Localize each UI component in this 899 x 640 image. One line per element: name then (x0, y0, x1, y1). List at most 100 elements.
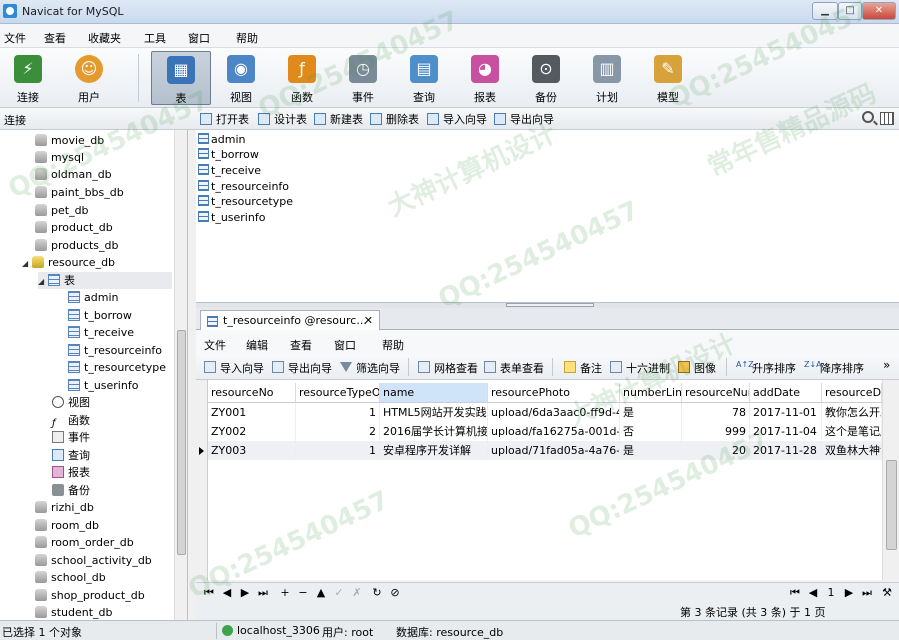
cell[interactable]: 否 (620, 422, 682, 441)
delete-record-icon[interactable]: − (296, 586, 310, 599)
toolbar-overflow-icon[interactable]: » (883, 358, 890, 372)
tree-group-functions[interactable]: ƒ 函数 (52, 412, 90, 429)
view-button[interactable]: ◉ 视图 (213, 51, 269, 105)
next-page-icon[interactable]: ▶ (842, 586, 856, 599)
close-button[interactable]: ✕ (862, 2, 896, 20)
pane-menu-help[interactable]: 帮助 (382, 337, 404, 353)
table-button[interactable]: ▦ 表 (151, 51, 211, 105)
previous-page-icon[interactable]: ◀ (806, 586, 820, 599)
tree-table-admin[interactable]: admin (68, 289, 118, 306)
report-button[interactable]: ◕ 报表 (457, 51, 513, 105)
stop-icon[interactable]: ⊘ (388, 586, 402, 599)
cell[interactable]: 20 (682, 441, 750, 460)
cell[interactable]: upload/71fad05a-4a76-4 (488, 441, 620, 460)
object-table-t_resourceinfo[interactable]: t_resourceinfo (198, 179, 289, 195)
schedule-button[interactable]: ▥ 计划 (579, 51, 635, 105)
event-button[interactable]: ◷ 事件 (335, 51, 391, 105)
column-header-resourceTypeObj[interactable]: resourceTypeOb (296, 383, 380, 403)
tree-db-paint_bbs_db[interactable]: paint_bbs_db (35, 184, 124, 201)
tree-group-reports[interactable]: 报表 (52, 464, 90, 481)
cell[interactable]: 双鱼林大神计 (822, 441, 882, 460)
maximize-button[interactable]: □ (838, 2, 862, 20)
tree-db-rizhi_db[interactable]: rizhi_db (35, 499, 94, 516)
first-page-icon[interactable]: ⏮ (788, 586, 802, 600)
menu-tools[interactable]: 工具 (144, 30, 166, 46)
last-page-icon[interactable]: ⏭ (860, 586, 874, 600)
open-table-button[interactable]: 打开表 (200, 111, 249, 127)
previous-record-icon[interactable]: ◀ (220, 586, 234, 599)
import-wizard-button[interactable]: 导入向导 (204, 360, 264, 376)
last-record-icon[interactable]: ⏭ (256, 586, 270, 600)
grid-view-button[interactable]: 网格查看 (418, 360, 478, 376)
refresh-icon[interactable]: ↻ (370, 586, 384, 599)
sort-descending-button[interactable]: Z↓A 降序排序 (804, 360, 864, 376)
column-header-numberLimit[interactable]: numberLimi (620, 383, 682, 403)
tree-db-room_db[interactable]: room_db (35, 517, 99, 534)
form-view-button[interactable]: 表单查看 (484, 360, 544, 376)
page-number[interactable]: 1 (824, 586, 838, 599)
tree-db-school_activity_db[interactable]: school_activity_db (35, 552, 152, 569)
cell[interactable]: 1 (296, 441, 380, 460)
sort-ascending-button[interactable]: A↑Z 升序排序 (736, 360, 796, 376)
cell[interactable]: 教你怎么开发 (822, 403, 882, 422)
column-header-resourceNo[interactable]: resourceNo (208, 383, 296, 403)
menu-window[interactable]: 窗口 (188, 30, 210, 46)
cell[interactable]: 是 (620, 441, 682, 460)
cell[interactable]: 这个是笔记版 (822, 422, 882, 441)
cell[interactable]: ZY002 (208, 422, 296, 441)
menu-help[interactable]: 帮助 (236, 30, 258, 46)
cell[interactable]: 999 (682, 422, 750, 441)
vertical-scrollbar-thumb[interactable] (886, 460, 897, 550)
object-table-t_resourcetype[interactable]: t_resourcetype (198, 194, 293, 210)
hex-button[interactable]: 十六进制 (610, 360, 670, 376)
menu-view[interactable]: 查看 (44, 30, 66, 46)
tab-close-icon[interactable]: ✕ (364, 314, 373, 327)
object-table-t_receive[interactable]: t_receive (198, 163, 261, 179)
tree-group-events[interactable]: 事件 (52, 429, 90, 446)
tree-db-mysql[interactable]: mysql (35, 149, 84, 166)
pane-menu-file[interactable]: 文件 (204, 337, 226, 353)
delete-table-button[interactable]: 删除表 (370, 111, 419, 127)
settings-icon[interactable]: ⚒ (880, 586, 894, 599)
tree-table-t_resourcetype[interactable]: t_resourcetype (68, 359, 166, 376)
cell[interactable]: upload/fa16275a-001d-4 (488, 422, 620, 441)
minimize-button[interactable]: ▁ (812, 2, 838, 20)
menu-file[interactable]: 文件 (4, 30, 26, 46)
export-wizard-button[interactable]: 导出向导 (272, 360, 332, 376)
tree-group-queries[interactable]: 查询 (52, 447, 90, 464)
search-icon[interactable] (862, 111, 874, 123)
column-header-resourcePhoto[interactable]: resourcePhoto (488, 383, 620, 403)
cell[interactable]: ZY003 (208, 441, 296, 460)
collapse-arrow-icon[interactable]: ◢ (22, 255, 32, 272)
column-header-addDate[interactable]: addDate (750, 383, 822, 403)
export-wizard-button[interactable]: 导出向导 (494, 111, 554, 127)
column-header-name[interactable]: name (380, 383, 488, 403)
function-button[interactable]: ƒ 函数 (274, 51, 330, 105)
column-header-resourceDesc[interactable]: resourceDe (822, 383, 882, 403)
cell[interactable]: 安卓程序开发详解 (380, 441, 488, 460)
filter-wizard-button[interactable]: 筛选向导 (340, 360, 400, 376)
cell[interactable]: HTML5网站开发实践 (380, 403, 488, 422)
cell[interactable]: ZY001 (208, 403, 296, 422)
tree-db-product_db[interactable]: product_db (35, 219, 113, 236)
cell[interactable]: 是 (620, 403, 682, 422)
tree-db-shop_product_db[interactable]: shop_product_db (35, 587, 145, 604)
tree-db-room_order_db[interactable]: room_order_db (35, 534, 134, 551)
backup-button[interactable]: ⊙ 备份 (518, 51, 574, 105)
cell[interactable]: 2017-11-04 (750, 422, 822, 441)
cell[interactable]: 78 (682, 403, 750, 422)
pane-menu-edit[interactable]: 编辑 (246, 337, 268, 353)
tree-db-student_db[interactable]: student_db (35, 604, 113, 620)
import-wizard-button[interactable]: 导入向导 (427, 111, 487, 127)
tree-db-products_db[interactable]: products_db (35, 237, 119, 254)
tree-table-t_resourceinfo[interactable]: t_resourceinfo (68, 342, 162, 359)
cell[interactable]: 2017-11-01 (750, 403, 822, 422)
object-table-t_userinfo[interactable]: t_userinfo (198, 210, 265, 226)
cell[interactable]: 2017-11-28 (750, 441, 822, 460)
object-table-t_borrow[interactable]: t_borrow (198, 147, 259, 163)
user-button[interactable]: ☺ 用户 (61, 51, 117, 105)
collapse-arrow-icon[interactable]: ◢ (38, 273, 48, 290)
new-table-button[interactable]: 新建表 (314, 111, 363, 127)
tree-group-backups[interactable]: 备份 (52, 482, 90, 499)
memo-button[interactable]: 备注 (564, 360, 602, 376)
